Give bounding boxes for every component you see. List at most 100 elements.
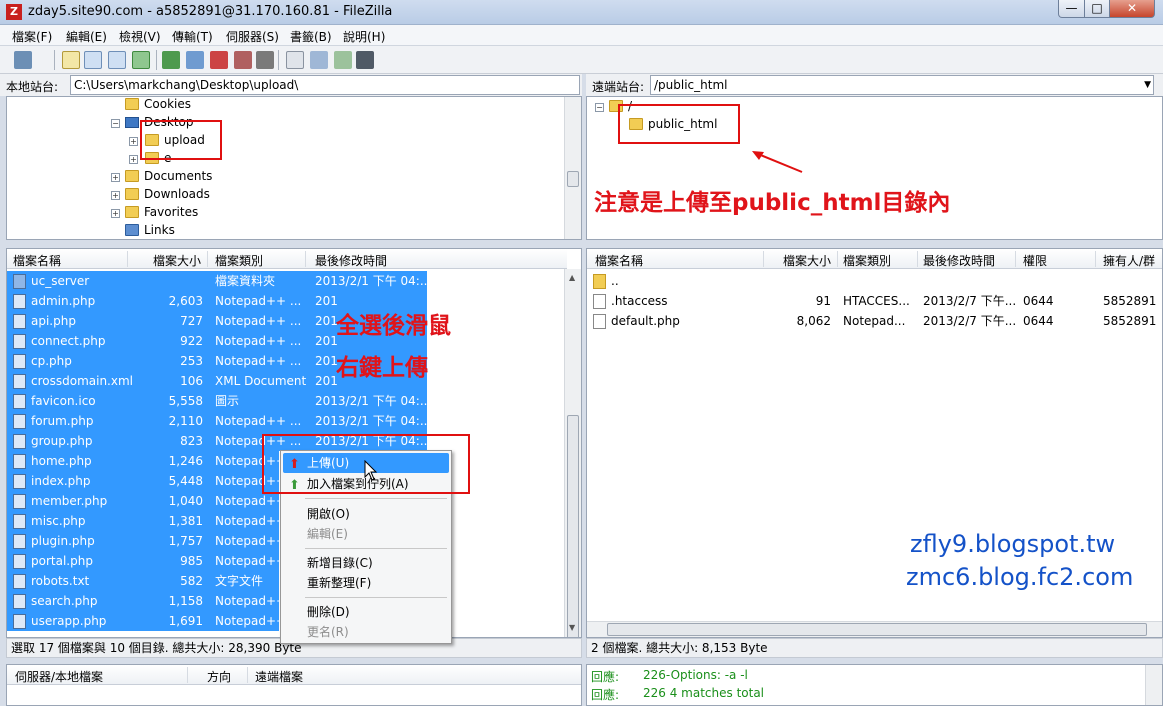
- menu-item-delete[interactable]: 刪除(D): [283, 602, 449, 622]
- table-row[interactable]: default.php 8,062 Notepad... 2013/2/7 下午...…: [587, 311, 1162, 331]
- toggle-log-icon[interactable]: [62, 51, 80, 69]
- compare-directories-icon[interactable]: [310, 51, 328, 69]
- menu-item-rename[interactable]: 更名(R): [283, 622, 449, 642]
- col-modified[interactable]: 最後修改時間: [315, 252, 387, 269]
- chevron-down-icon[interactable]: ▼: [1144, 76, 1151, 94]
- menu-item-label: 刪除(D): [307, 605, 350, 619]
- table-row[interactable]: index.php 5,448 Notepad++: [7, 471, 286, 491]
- file-icon: [13, 474, 26, 489]
- log-row: 回應: 226 4 matches total: [591, 686, 764, 703]
- menu-edit[interactable]: 編輯(E): [66, 28, 107, 45]
- menu-server[interactable]: 伺服器(S): [226, 28, 279, 45]
- table-row[interactable]: portal.php 985 Notepad++: [7, 551, 286, 571]
- close-button[interactable]: ✕: [1109, 0, 1155, 18]
- file-icon: [13, 554, 26, 569]
- col-filesize[interactable]: 檔案大小: [153, 252, 201, 269]
- site-manager-icon[interactable]: [14, 51, 32, 69]
- annotation-remote-note: 注意是上傳至public_html目錄內: [594, 190, 951, 216]
- col-filesize[interactable]: 檔案大小: [783, 252, 831, 269]
- col-filetype[interactable]: 檔案類別: [215, 252, 263, 269]
- menu-file[interactable]: 檔案(F): [12, 28, 52, 45]
- col-direction[interactable]: 方向: [207, 668, 231, 685]
- menu-help[interactable]: 說明(H): [343, 28, 385, 45]
- scroll-thumb[interactable]: [567, 171, 579, 187]
- cell-type: Notepad++ ...: [215, 334, 302, 348]
- sync-browsing-icon[interactable]: [334, 51, 352, 69]
- table-row[interactable]: search.php 1,158 Notepad++: [7, 591, 286, 611]
- menu-item-refresh[interactable]: 重新整理(F): [283, 573, 449, 593]
- directory-listing-filters-icon[interactable]: [286, 51, 304, 69]
- maximize-button[interactable]: □: [1084, 0, 1110, 18]
- col-modified[interactable]: 最後修改時間: [923, 252, 995, 269]
- cell-type: Notepad++ ...: [215, 354, 302, 368]
- cell-modified: 2013/2/7 下午...: [923, 294, 1017, 308]
- refresh-icon[interactable]: [162, 51, 180, 69]
- tree-item-links[interactable]: Links: [125, 221, 175, 239]
- scroll-thumb[interactable]: [607, 623, 1147, 636]
- reconnect-icon[interactable]: [256, 51, 274, 69]
- table-row[interactable]: ..: [587, 271, 1162, 291]
- table-row[interactable]: robots.txt 582 文字文件: [7, 571, 279, 591]
- table-row[interactable]: userapp.php 1,691 Notepad++: [7, 611, 286, 631]
- disconnect-icon[interactable]: [234, 51, 252, 69]
- expand-icon[interactable]: +: [111, 173, 120, 182]
- local-path-combo[interactable]: C:\Users\markchang\Desktop\upload\: [70, 75, 580, 95]
- local-list-scrollbar[interactable]: ▲ ▼: [564, 269, 581, 637]
- col-remote-file[interactable]: 遠端檔案: [255, 668, 303, 685]
- cell-type: Notepad...: [843, 314, 906, 328]
- table-row[interactable]: plugin.php 1,757 Notepad++: [7, 531, 286, 551]
- col-owner[interactable]: 擁有人/群: [1103, 252, 1155, 269]
- toggle-queue-icon[interactable]: [132, 51, 150, 69]
- menu-item-open[interactable]: 開啟(O): [283, 504, 449, 524]
- toggle-local-tree-icon[interactable]: [84, 51, 102, 69]
- window-title: zday5.site90.com - a5852891@31.170.160.8…: [28, 4, 393, 19]
- remote-path-combo[interactable]: /public_html ▼: [650, 75, 1154, 95]
- table-row[interactable]: home.php 1,246 Notepad++: [7, 451, 286, 471]
- folder-icon: [125, 206, 139, 218]
- search-remote-files-icon[interactable]: [356, 51, 374, 69]
- col-filetype[interactable]: 檔案類別: [843, 252, 891, 269]
- cell-name: cp.php: [31, 354, 72, 368]
- cancel-operation-icon[interactable]: [210, 51, 228, 69]
- menu-transfer[interactable]: 傳輸(T): [172, 28, 213, 45]
- col-server-local[interactable]: 伺服器/本地檔案: [15, 668, 103, 685]
- tree-item-favorites[interactable]: Favorites: [125, 203, 198, 221]
- tree-item-documents[interactable]: Documents: [125, 167, 212, 185]
- table-row[interactable]: forum.php 2,110 Notepad++ ... 2013/2/1 下午 0…: [7, 411, 431, 431]
- menu-view[interactable]: 檢視(V): [119, 28, 161, 45]
- process-queue-icon[interactable]: [186, 51, 204, 69]
- minimize-button[interactable]: —: [1058, 0, 1085, 18]
- scroll-thumb[interactable]: [567, 415, 579, 637]
- expand-icon[interactable]: +: [129, 137, 138, 146]
- toggle-remote-tree-icon[interactable]: [108, 51, 126, 69]
- cell-type: Notepad++: [215, 594, 287, 608]
- cell-size: 1,691: [168, 614, 203, 628]
- local-tree-scrollbar[interactable]: [564, 97, 581, 239]
- table-row[interactable]: .htaccess 91 HTACCES... 2013/2/7 下午... 0644 5…: [587, 291, 1162, 311]
- expand-icon[interactable]: +: [111, 209, 120, 218]
- remote-list-hscrollbar[interactable]: [587, 621, 1162, 637]
- table-row[interactable]: misc.php 1,381 Notepad++: [7, 511, 286, 531]
- file-icon: [13, 614, 26, 629]
- cell-name: forum.php: [31, 414, 94, 428]
- collapse-icon[interactable]: −: [111, 119, 120, 128]
- expand-icon[interactable]: +: [129, 155, 138, 164]
- title-bar: Z zday5.site90.com - a5852891@31.170.160…: [0, 0, 1163, 25]
- menu-item-edit[interactable]: 編輯(E): [283, 524, 449, 544]
- cell-type: Notepad++: [215, 514, 287, 528]
- col-filename[interactable]: 檔案名稱: [13, 252, 61, 269]
- expand-icon[interactable]: +: [111, 191, 120, 200]
- menu-item-new-directory[interactable]: 新增目錄(C): [283, 553, 449, 573]
- cell-name: member.php: [31, 494, 108, 508]
- table-row[interactable]: favicon.ico 5,558 圖示 2013/2/1 下午 04:...: [7, 391, 431, 411]
- col-filename[interactable]: 檔案名稱: [595, 252, 643, 269]
- log-scrollbar[interactable]: [1145, 665, 1162, 705]
- table-row[interactable]: member.php 1,040 Notepad++: [7, 491, 286, 511]
- menu-bookmarks[interactable]: 書籤(B): [290, 28, 332, 45]
- tree-item-cookies[interactable]: Cookies: [125, 97, 191, 113]
- collapse-icon[interactable]: −: [595, 103, 604, 112]
- col-permissions[interactable]: 權限: [1023, 252, 1047, 269]
- table-row[interactable]: uc_server 檔案資料夾 2013/2/1 下午 04:...: [7, 271, 431, 291]
- tree-item-downloads[interactable]: Downloads: [125, 185, 210, 203]
- menu-item-label: 開啟(O): [307, 507, 350, 521]
